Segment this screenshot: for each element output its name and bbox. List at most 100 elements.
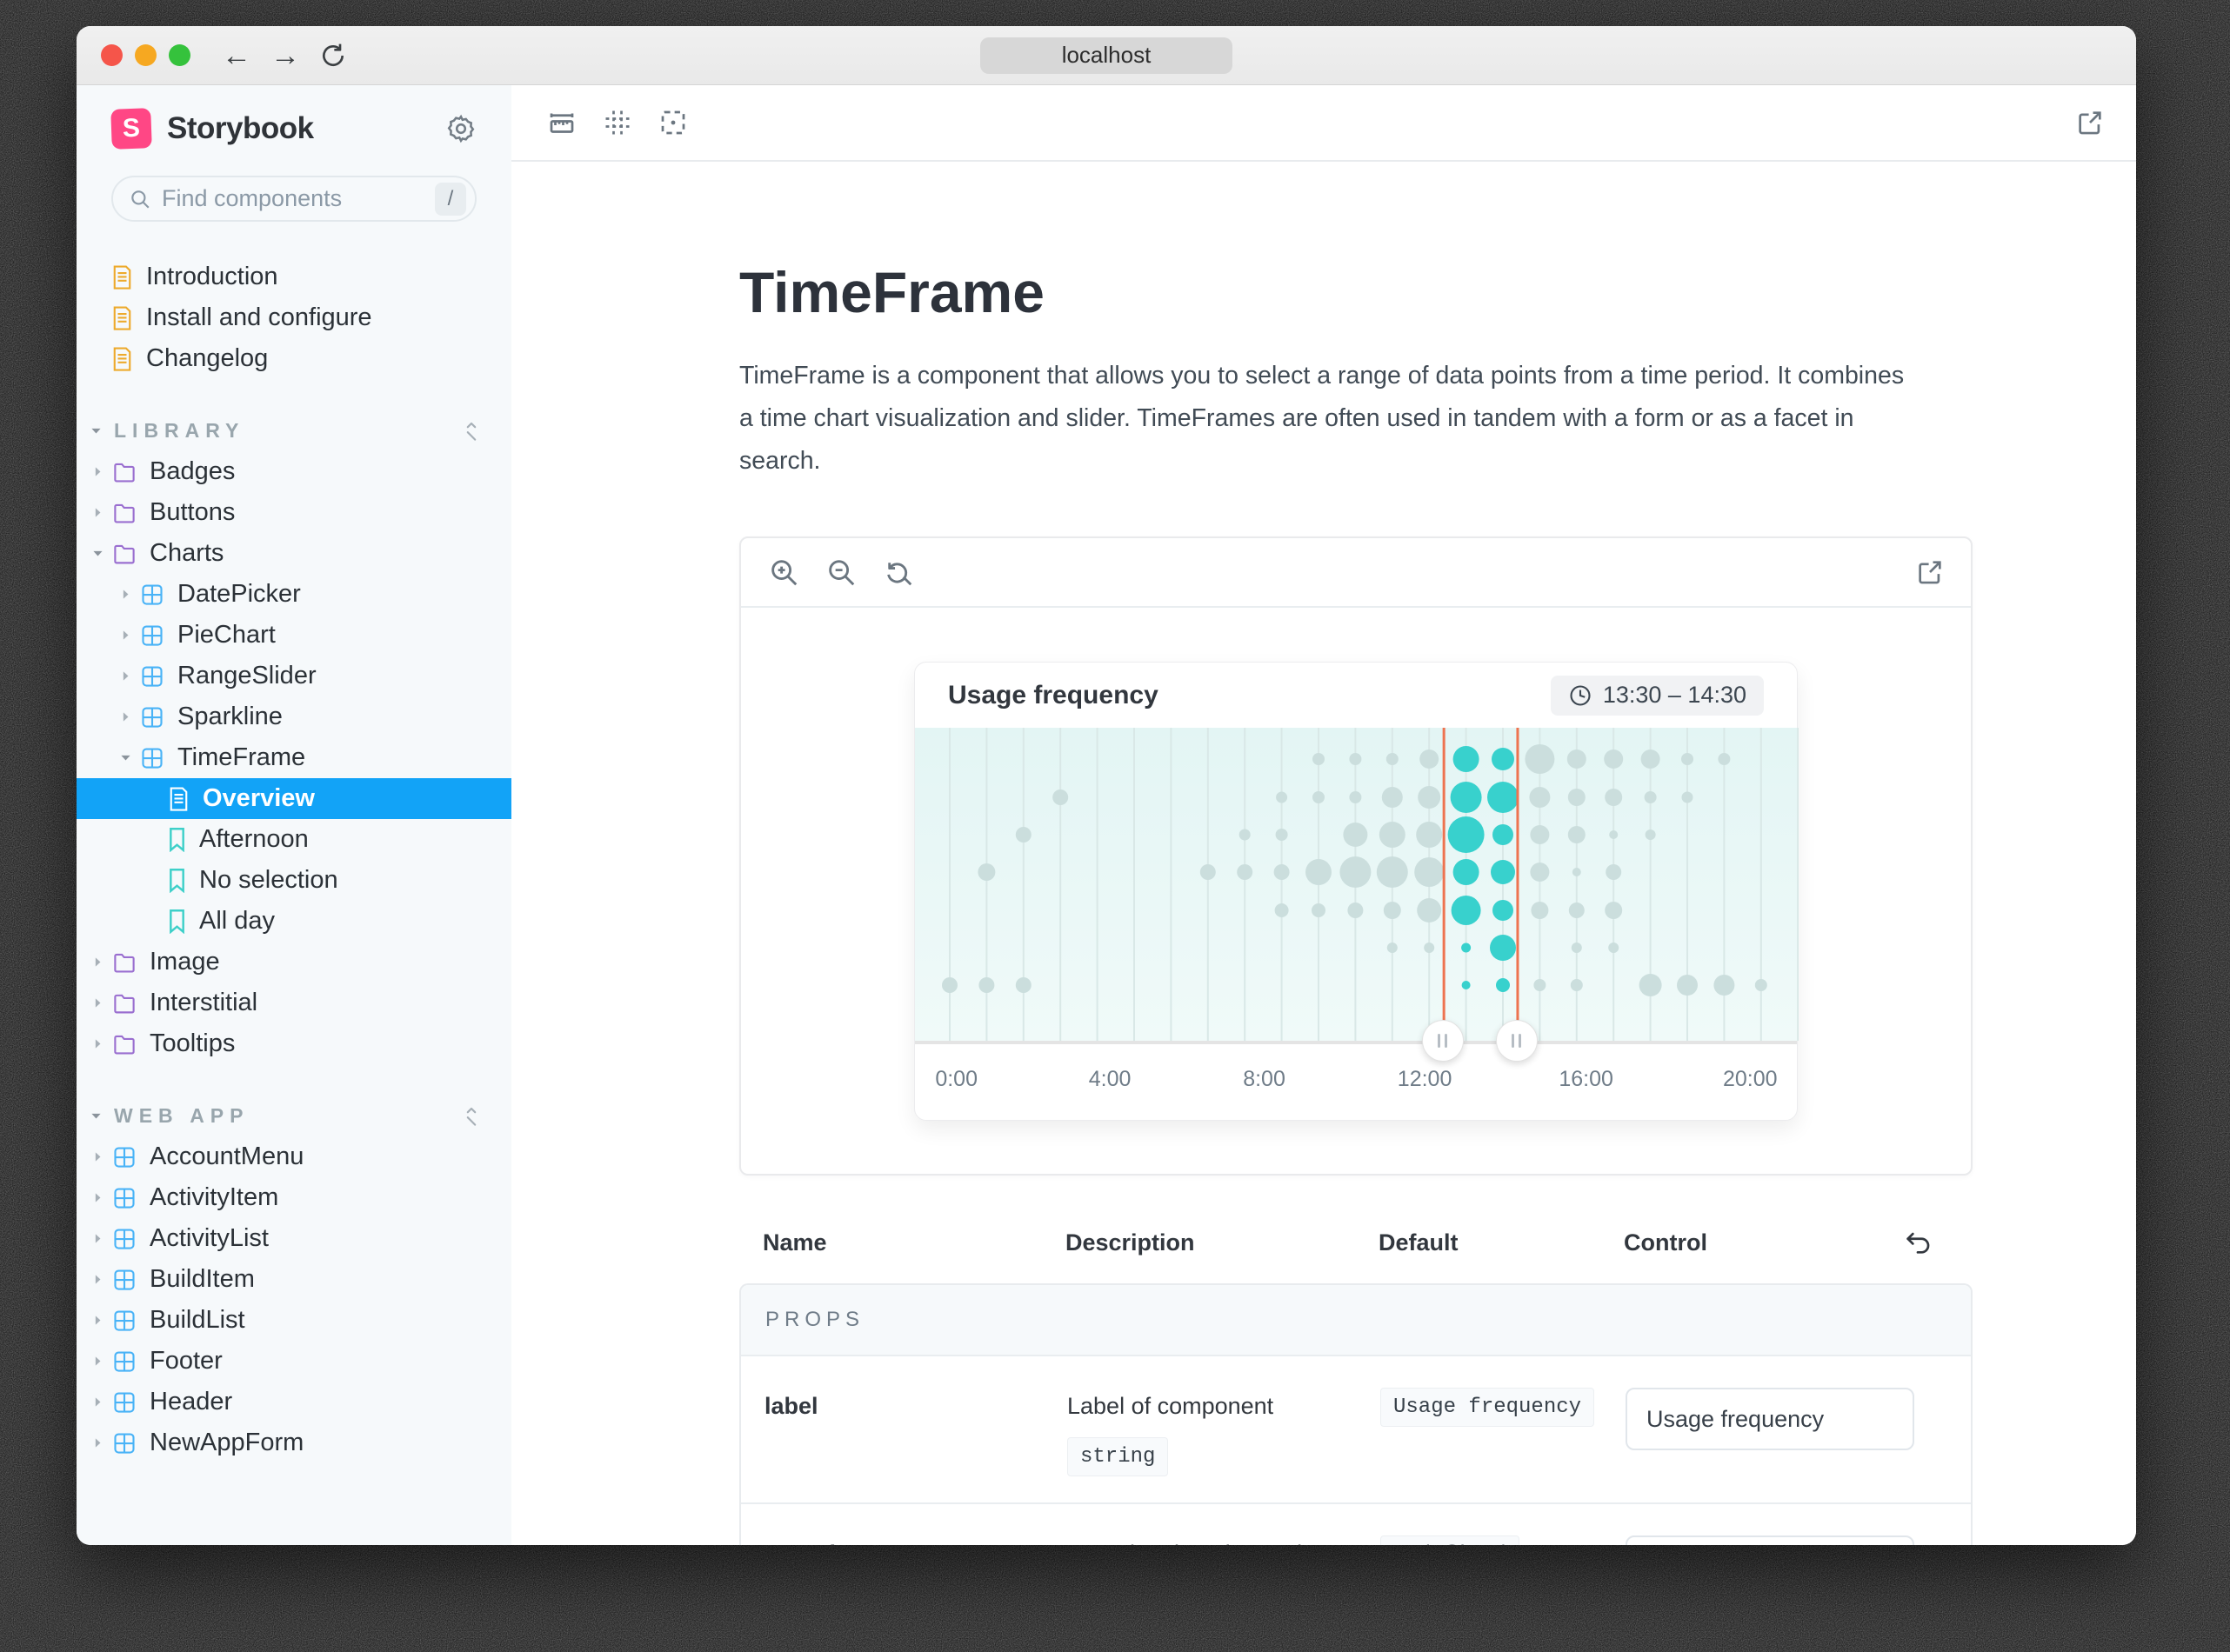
browser-titlebar: ← → localhost (77, 26, 2136, 85)
axis-tick-label: 16:00 (1559, 1067, 1613, 1092)
sidebar-item-sparkline[interactable]: Sparkline (77, 696, 511, 737)
chevron-down-icon (89, 1109, 103, 1123)
component-icon (111, 1267, 137, 1293)
slider-handle-end[interactable] (1496, 1020, 1538, 1062)
sidebar-item-overview[interactable]: Overview (77, 778, 511, 819)
sidebar-section-library[interactable]: LIBRARY (77, 410, 511, 451)
grid-icon[interactable] (602, 107, 633, 138)
sidebar-item-buttons[interactable]: Buttons (77, 492, 511, 533)
search-shortcut-badge: / (435, 183, 466, 216)
bookmark-icon (167, 868, 187, 893)
reset-controls-icon[interactable] (1903, 1228, 1933, 1257)
chevron-right-icon (90, 1395, 105, 1409)
sidebar-item-changelog[interactable]: Changelog (77, 338, 511, 379)
page-description: TimeFrame is a component that allows you… (739, 355, 1909, 483)
chevron-down-icon (90, 546, 105, 561)
back-icon[interactable]: ← (222, 41, 251, 70)
measure-ruler-icon[interactable] (546, 107, 578, 138)
sidebar-item-image[interactable]: Image (77, 942, 511, 983)
sidebar-item-introduction[interactable]: Introduction (77, 256, 511, 297)
prop-name: startTime (764, 1535, 1067, 1545)
storybook-canvas-area: TimeFrame TimeFrame is a component that … (511, 85, 2136, 1545)
prop-type-chip: string (1067, 1437, 1168, 1476)
sidebar-item-all-day[interactable]: All day (77, 901, 511, 942)
sidebar-item-no-selection[interactable]: No selection (77, 860, 511, 901)
axis-tick-label: 0:00 (935, 1067, 978, 1092)
prop-description: Label of componentstring (1067, 1388, 1380, 1476)
sidebar-section-web-app[interactable]: WEB APP (77, 1096, 511, 1136)
chart-title: Usage frequency (948, 681, 1158, 710)
chevron-right-icon (90, 996, 105, 1010)
search-input[interactable]: Find components / (111, 176, 477, 222)
docs-page: TimeFrame TimeFrame is a component that … (511, 162, 2136, 1545)
sidebar-item-newappform[interactable]: NewAppForm (77, 1422, 511, 1463)
sidebar-item-piechart[interactable]: PieChart (77, 615, 511, 656)
reload-icon[interactable] (319, 42, 347, 70)
args-table-header: Name Description Default Control (739, 1229, 1973, 1261)
canvas-toolbar (511, 85, 2136, 162)
sidebar-item-timeframe[interactable]: TimeFrame (77, 737, 511, 778)
chevron-down-icon (118, 750, 133, 765)
brand-title: Storybook (167, 111, 314, 146)
storybook-sidebar: S Storybook Find components / Introducti… (77, 85, 511, 1545)
args-row-label: labelLabel of componentstringUsage frequ… (741, 1356, 1971, 1502)
zoom-out-icon[interactable] (825, 556, 858, 589)
axis-tick-label: 12:00 (1398, 1067, 1452, 1092)
story-preview-panel: Usage frequency 13:30 – 14:30 0:004:008:… (739, 536, 1973, 1176)
axis-tick-label: 8:00 (1243, 1067, 1285, 1092)
chevron-right-icon (90, 1149, 105, 1164)
sidebar-item-builditem[interactable]: BuildItem (77, 1259, 511, 1300)
args-table: PROPS labelLabel of componentstringUsage… (739, 1283, 1973, 1545)
col-header-default: Default (1379, 1229, 1459, 1256)
control-input-label[interactable] (1626, 1388, 1914, 1450)
sidebar-item-activitylist[interactable]: ActivityList (77, 1218, 511, 1259)
zoom-in-icon[interactable] (767, 556, 800, 589)
sidebar-item-header[interactable]: Header (77, 1382, 511, 1422)
forward-icon[interactable]: → (270, 41, 300, 70)
component-icon (139, 582, 165, 608)
component-icon (111, 1389, 137, 1416)
bookmark-icon (167, 827, 187, 852)
sidebar-item-rangeslider[interactable]: RangeSlider (77, 656, 511, 696)
gear-icon[interactable] (445, 113, 477, 144)
sidebar-item-interstitial[interactable]: Interstitial (77, 983, 511, 1023)
sidebar-item-datepicker[interactable]: DatePicker (77, 574, 511, 615)
sidebar-item-badges[interactable]: Badges (77, 451, 511, 492)
sidebar-item-activityitem[interactable]: ActivityItem (77, 1177, 511, 1218)
sidebar-item-buildlist[interactable]: BuildList (77, 1300, 511, 1341)
slider-handle-start[interactable] (1422, 1020, 1464, 1062)
outline-icon[interactable] (658, 107, 689, 138)
sidebar-item-install-and-configure[interactable]: Install and configure (77, 297, 511, 338)
prop-control (1626, 1388, 1971, 1476)
chevron-right-icon (118, 587, 133, 602)
search-placeholder: Find components (162, 185, 342, 212)
prop-control (1626, 1535, 1971, 1545)
minimize-window-button[interactable] (135, 44, 157, 66)
folder-icon (111, 990, 137, 1016)
sidebar-item-accountmenu[interactable]: AccountMenu (77, 1136, 511, 1177)
open-story-external-icon[interactable] (1915, 557, 1945, 587)
preview-toolbar (741, 538, 1971, 608)
time-range-label: 13:30 – 14:30 (1603, 682, 1746, 709)
chevron-right-icon (118, 709, 133, 724)
open-external-icon[interactable] (2075, 108, 2105, 137)
sidebar-item-tooltips[interactable]: Tooltips (77, 1023, 511, 1064)
args-row-startTime: startTimeStart time in 24h notationstrin… (741, 1502, 1971, 1545)
expand-collapse-icon[interactable] (461, 421, 482, 442)
storybook-logo-icon: S (110, 108, 152, 150)
timeframe-card: Usage frequency 13:30 – 14:30 0:004:008:… (914, 662, 1798, 1121)
control-input-startTime[interactable] (1626, 1535, 1914, 1545)
props-section-band: PROPS (741, 1285, 1971, 1356)
preview-stage: Usage frequency 13:30 – 14:30 0:004:008:… (741, 608, 1971, 1174)
address-bar[interactable]: localhost (980, 37, 1232, 74)
component-icon (111, 1185, 137, 1211)
folder-icon (111, 1031, 137, 1057)
sidebar-item-afternoon[interactable]: Afternoon (77, 819, 511, 860)
zoom-reset-icon[interactable] (882, 556, 915, 589)
sidebar-item-footer[interactable]: Footer (77, 1341, 511, 1382)
component-icon (111, 1430, 137, 1456)
close-window-button[interactable] (101, 44, 123, 66)
sidebar-item-charts[interactable]: Charts (77, 533, 511, 574)
zoom-window-button[interactable] (169, 44, 190, 66)
expand-collapse-icon[interactable] (461, 1106, 482, 1127)
